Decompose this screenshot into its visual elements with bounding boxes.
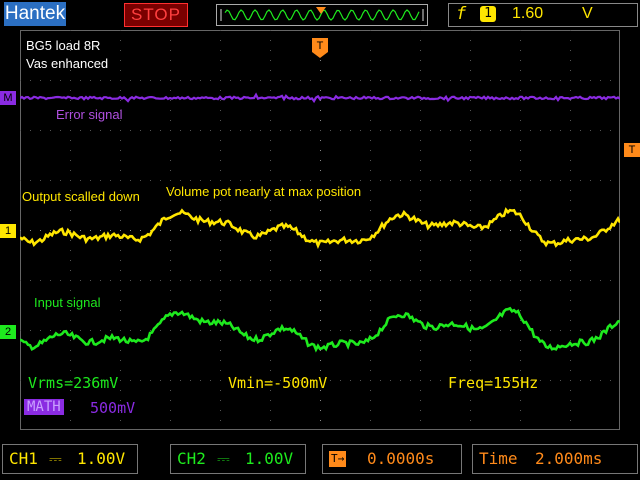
timebase-panel[interactable]: Time 2.000ms (472, 444, 638, 474)
timebase-value: 2.000ms (535, 445, 602, 473)
ch1-settings-panel[interactable]: CH1 ⎓ 1.00V (2, 444, 138, 474)
measurement-vrms: Vrms=236mV (28, 374, 118, 392)
ch2-label: CH2 (177, 445, 206, 473)
trigger-level-value: 1.60 (512, 3, 543, 25)
trigger-position-icon: T→ (329, 451, 346, 467)
ch1-ground-marker[interactable]: 1 (0, 224, 16, 238)
math-ground-marker[interactable]: M (0, 91, 16, 105)
math-trace (20, 95, 620, 101)
measurement-freq: Freq=155Hz (448, 374, 538, 392)
note-error-signal: Error signal (56, 107, 122, 122)
rising-edge-icon: f (456, 3, 466, 25)
run-stop-button[interactable]: STOP (124, 3, 188, 27)
ch1-scale-value: 1.00V (77, 445, 125, 473)
note-input-signal: Input signal (34, 295, 101, 310)
trigger-position-label: T (312, 40, 328, 52)
ch2-trace (20, 308, 620, 349)
note-vas: Vas enhanced (26, 56, 108, 71)
trigger-source-badge: 1 (480, 6, 496, 22)
oscilloscope-graticule (20, 30, 620, 430)
ch2-ground-marker[interactable]: 2 (0, 325, 16, 339)
dc-coupling-icon: ⎓ (217, 445, 230, 473)
trigger-position-panel[interactable]: T→ 0.0000s (322, 444, 462, 474)
math-channel-label[interactable]: MATH (24, 399, 64, 415)
ch1-trace (20, 210, 620, 246)
math-scale-value: 500mV (90, 399, 135, 417)
dc-coupling-icon: ⎓ (49, 445, 62, 473)
trigger-level-unit: V (582, 3, 593, 25)
ch2-settings-panel[interactable]: CH2 ⎓ 1.00V (170, 444, 306, 474)
trigger-position-value: 0.0000s (367, 445, 434, 473)
note-load: BG5 load 8R (26, 38, 100, 53)
ch2-scale-value: 1.00V (245, 445, 293, 473)
ch1-label: CH1 (9, 445, 38, 473)
measurement-vmin: Vmin=-500mV (228, 374, 327, 392)
note-volume: Volume pot nearly at max position (166, 184, 361, 199)
note-output: Output scalled down (22, 189, 140, 204)
memory-trigger-pointer-icon (316, 0, 326, 8)
brand-logo: Hantek (4, 2, 66, 26)
timebase-label: Time (479, 445, 518, 473)
trigger-level-marker[interactable]: T (624, 143, 640, 157)
